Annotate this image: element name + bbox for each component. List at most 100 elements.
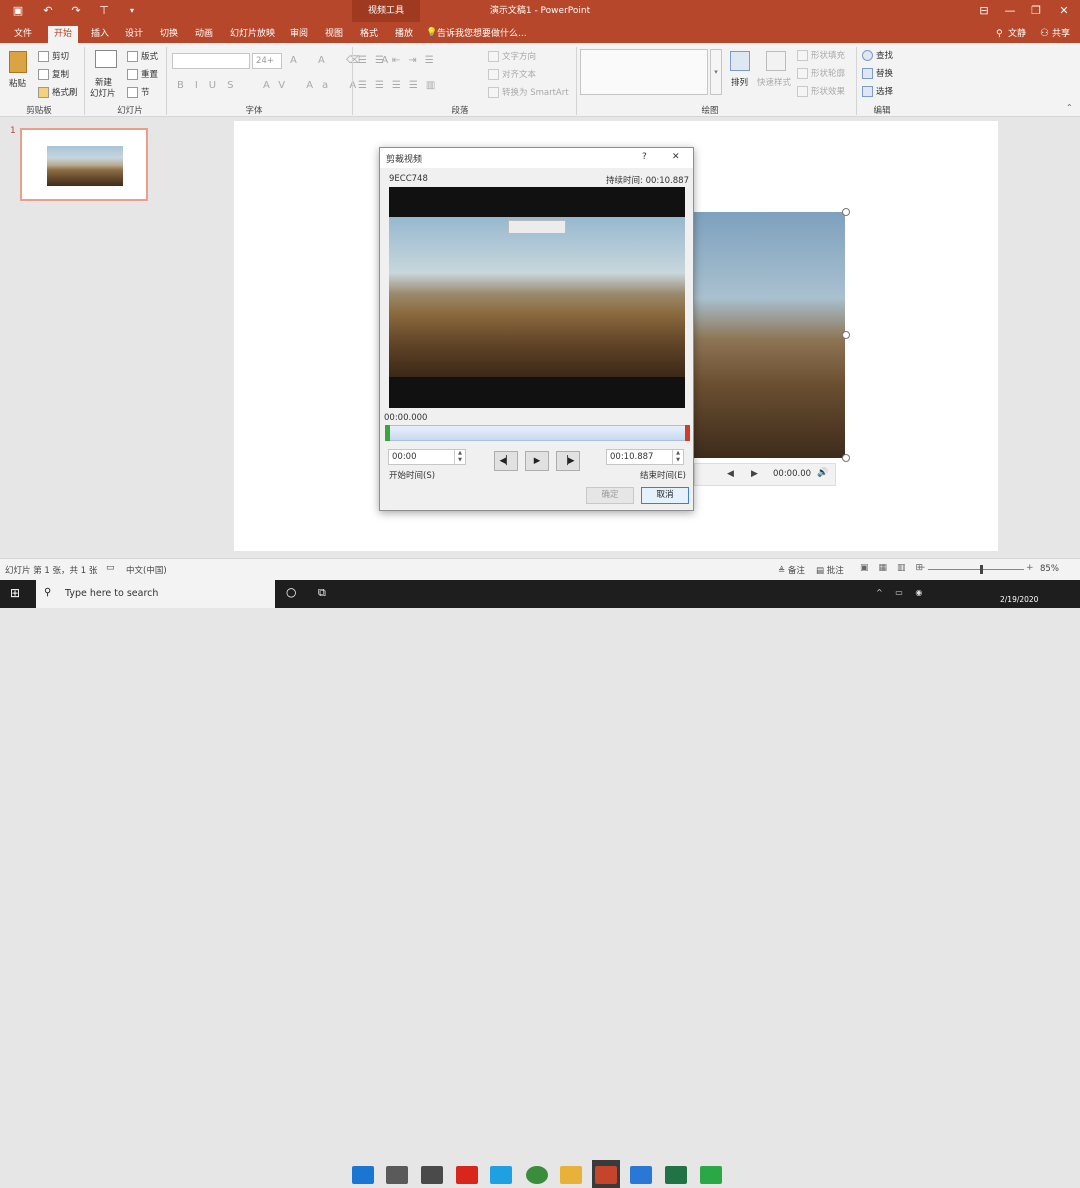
collapse-ribbon-icon[interactable]: ⌃	[1066, 103, 1073, 112]
zoom-slider[interactable]	[928, 565, 1024, 574]
align-buttons[interactable]: ☰☰☰☰▥	[358, 80, 443, 91]
text-direction-button[interactable]: 文字方向	[488, 50, 536, 62]
step-back-icon[interactable]: ◀	[727, 469, 734, 479]
shape-outline-button[interactable]: 形状轮廓	[797, 67, 845, 79]
photos-icon[interactable]	[630, 1166, 652, 1184]
cut-button[interactable]: 剪切	[38, 50, 69, 62]
smartart-button[interactable]: 转换为 SmartArt	[488, 86, 569, 98]
paste-button[interactable]: 粘贴	[9, 77, 26, 89]
taskbar-search[interactable]: ⚲ Type here to search	[36, 580, 275, 608]
start-trim-handle[interactable]	[385, 425, 390, 441]
shapes-gallery[interactable]	[580, 49, 708, 95]
select-button[interactable]: 选择	[862, 85, 893, 97]
next-frame-button[interactable]: ▕▶	[556, 451, 580, 471]
save-icon[interactable]: ▣	[10, 3, 26, 19]
tab-view[interactable]: 视图	[319, 26, 349, 43]
tab-slideshow[interactable]: 幻灯片放映	[224, 26, 281, 43]
new-slide-label-2[interactable]: 幻灯片	[90, 87, 116, 99]
copy-button[interactable]: 复制	[38, 68, 69, 80]
edge-icon[interactable]	[352, 1166, 374, 1184]
slide-thumbnail[interactable]	[20, 128, 148, 201]
tell-me-box[interactable]: 告诉我您想要做什么...	[437, 26, 527, 43]
wechat-icon[interactable]	[700, 1166, 722, 1184]
list-buttons[interactable]: ☰☰⇤⇥☰	[358, 55, 442, 66]
replace-button[interactable]: 替换	[862, 67, 893, 79]
undo-icon[interactable]: ↶	[40, 3, 56, 19]
comments-button[interactable]: ▤ 批注	[816, 564, 844, 576]
slide-video[interactable]	[688, 212, 845, 458]
align-text-button[interactable]: 对齐文本	[488, 68, 536, 80]
zoom-thumb[interactable]	[980, 565, 983, 574]
tab-playback[interactable]: 播放	[389, 26, 419, 43]
cancel-button[interactable]: 取消	[641, 487, 689, 504]
play-button[interactable]: ▶	[525, 451, 549, 471]
arrange-icon[interactable]	[730, 51, 750, 71]
tab-transitions[interactable]: 切换	[154, 26, 184, 43]
step-forward-icon[interactable]: ▶	[751, 469, 758, 479]
powerpoint-icon[interactable]	[595, 1166, 617, 1184]
skype-icon[interactable]	[490, 1166, 512, 1184]
excel-icon[interactable]	[665, 1166, 687, 1184]
resize-handle[interactable]	[842, 331, 850, 339]
share-button[interactable]: 共享	[1052, 26, 1070, 43]
previous-frame-button[interactable]: ◀▏	[494, 451, 518, 471]
section-button[interactable]: 节	[127, 86, 150, 98]
customize-qat-icon[interactable]: ▾	[124, 3, 140, 19]
user-name[interactable]: 文静	[1008, 26, 1026, 43]
resize-handle[interactable]	[842, 454, 850, 462]
ok-button[interactable]: 确定	[586, 487, 634, 504]
find-button[interactable]: 查找	[862, 49, 893, 61]
zoom-out-icon[interactable]: −	[918, 563, 926, 573]
font-format-buttons[interactable]: BIUS	[177, 80, 244, 91]
taobao-icon[interactable]	[456, 1166, 478, 1184]
ribbon-display-icon[interactable]: ⊟	[976, 3, 992, 19]
shape-effects-button[interactable]: 形状效果	[797, 85, 845, 97]
maximize-icon[interactable]: ❐	[1028, 3, 1044, 19]
resize-handle[interactable]	[842, 208, 850, 216]
system-tray-icons[interactable]: ^ ▭ ◉	[876, 588, 927, 597]
close-icon[interactable]: ✕	[1056, 3, 1072, 19]
tab-animations[interactable]: 动画	[189, 26, 219, 43]
notes-button[interactable]: ≜ 备注	[778, 564, 805, 576]
font-more-buttons[interactable]: AV Aa A	[263, 80, 365, 91]
zoom-level[interactable]: 85%	[1040, 564, 1059, 574]
language-indicator[interactable]: 中文(中国)	[126, 564, 167, 576]
start-time-spinner[interactable]: ▲ ▼	[454, 450, 465, 464]
shape-fill-button[interactable]: 形状填充	[797, 49, 845, 61]
volume-icon[interactable]: 🔊	[817, 468, 828, 478]
font-name-field[interactable]	[172, 53, 250, 69]
dialog-close-icon[interactable]: ✕	[672, 152, 680, 162]
tab-file[interactable]: 文件	[8, 26, 38, 43]
windows-start-icon[interactable]: ⊞	[10, 586, 20, 600]
gallery-more-icon[interactable]: ▾	[710, 49, 722, 95]
mail-icon[interactable]	[421, 1166, 443, 1184]
help-icon[interactable]: ?	[642, 152, 647, 162]
layout-button[interactable]: 版式	[127, 50, 158, 62]
zoom-in-icon[interactable]: +	[1026, 563, 1034, 573]
cortana-icon[interactable]: ○	[286, 585, 296, 599]
chrome-icon[interactable]	[526, 1166, 548, 1184]
accessibility-icon[interactable]: ▭	[106, 563, 115, 573]
quick-styles-icon[interactable]	[766, 51, 786, 71]
redo-icon[interactable]: ↷	[68, 3, 84, 19]
task-view-icon[interactable]: ⧉	[318, 586, 326, 600]
tab-review[interactable]: 审阅	[284, 26, 314, 43]
presentation-icon[interactable]: ⊤	[96, 3, 112, 19]
store-icon[interactable]	[386, 1166, 408, 1184]
reset-button[interactable]: 重置	[127, 68, 158, 80]
tab-format[interactable]: 格式	[354, 26, 384, 43]
paste-icon[interactable]	[9, 51, 27, 73]
new-slide-icon[interactable]	[95, 50, 117, 68]
end-trim-handle[interactable]	[685, 425, 690, 441]
arrange-button[interactable]: 排列	[731, 76, 748, 88]
tab-design[interactable]: 设计	[119, 26, 149, 43]
font-size-field[interactable]: 24+	[252, 53, 282, 69]
tab-insert[interactable]: 插入	[85, 26, 115, 43]
end-time-spinner[interactable]: ▲ ▼	[672, 450, 683, 464]
minimize-icon[interactable]: —	[1002, 3, 1018, 19]
file-explorer-icon[interactable]	[560, 1166, 582, 1184]
trim-timeline[interactable]	[385, 425, 690, 441]
format-painter-button[interactable]: 格式刷	[38, 86, 78, 98]
tab-home[interactable]: 开始	[48, 26, 79, 43]
quick-styles-button[interactable]: 快速样式	[757, 76, 791, 88]
